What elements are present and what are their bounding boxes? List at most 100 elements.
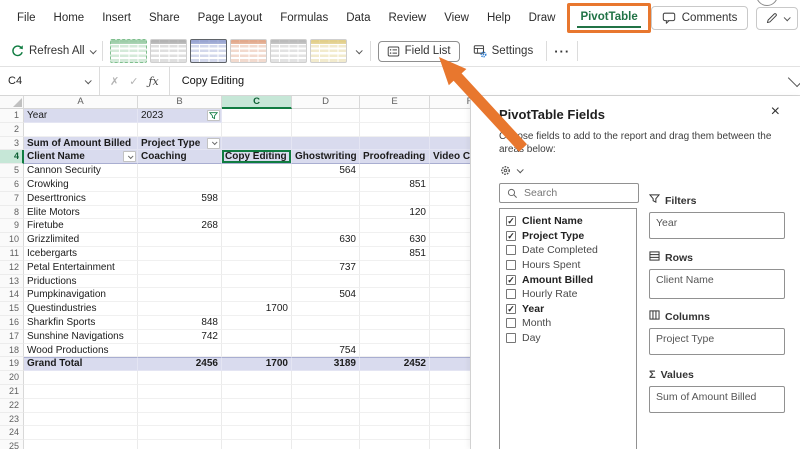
cell-D18[interactable]: 754 [292, 344, 360, 358]
cell-E25[interactable] [360, 440, 430, 449]
cell-F17[interactable] [430, 330, 470, 344]
cell-F4[interactable]: Video Creation [430, 150, 470, 164]
row-header-9[interactable]: 9 [0, 219, 24, 233]
cell-C2[interactable] [222, 123, 292, 137]
column-header-A[interactable]: A [24, 96, 138, 109]
cell-E19[interactable]: 2452 [360, 357, 430, 371]
cell-C17[interactable] [222, 330, 292, 344]
field-item-amount-billed[interactable]: ✓Amount Billed [500, 272, 636, 287]
cell-D2[interactable] [292, 123, 360, 137]
gallery-more-chevron-icon[interactable] [355, 47, 362, 54]
cell-B5[interactable] [138, 164, 222, 178]
cell-B4[interactable]: Coaching [138, 150, 222, 164]
menu-tab-view[interactable]: View [435, 6, 478, 30]
row-header-16[interactable]: 16 [0, 316, 24, 330]
pivot-style-gray-style[interactable] [150, 39, 187, 63]
cell-A15[interactable]: Questindustries [24, 302, 138, 316]
cell-B16[interactable]: 848 [138, 316, 222, 330]
area-value-chip[interactable]: Client Name [656, 274, 778, 286]
cell-A12[interactable]: Petal Entertainment [24, 261, 138, 275]
cell-D14[interactable]: 504 [292, 288, 360, 302]
cell-A7[interactable]: Deserttronics [24, 192, 138, 206]
cell-B10[interactable] [138, 233, 222, 247]
menu-tab-home[interactable]: Home [45, 6, 94, 30]
column-header-B[interactable]: B [138, 96, 222, 109]
area-values-box[interactable]: Sum of Amount Billed [649, 386, 785, 413]
cell-C15[interactable]: 1700 [222, 302, 292, 316]
cell-C23[interactable] [222, 413, 292, 427]
cell-C18[interactable] [222, 344, 292, 358]
cell-E16[interactable] [360, 316, 430, 330]
field-item-month[interactable]: Month [500, 316, 636, 331]
cell-F11[interactable] [430, 247, 470, 261]
cell-B23[interactable] [138, 413, 222, 427]
cell-A13[interactable]: Priductions [24, 275, 138, 289]
confirm-entry-icon[interactable]: ✓ [129, 75, 138, 88]
cell-F12[interactable] [430, 261, 470, 275]
cell-D7[interactable] [292, 192, 360, 206]
row-header-14[interactable]: 14 [0, 288, 24, 302]
area-value-chip[interactable]: Year [656, 217, 778, 229]
checkbox-amount-billed[interactable]: ✓ [506, 275, 516, 285]
cell-D6[interactable] [292, 178, 360, 192]
cell-B2[interactable] [138, 123, 222, 137]
filter-icon[interactable] [207, 110, 220, 121]
checkbox-hourly-rate[interactable] [506, 289, 516, 299]
menu-tab-page-layout[interactable]: Page Layout [189, 6, 272, 30]
cell-E21[interactable] [360, 385, 430, 399]
menu-tab-help[interactable]: Help [478, 6, 520, 30]
cell-D20[interactable] [292, 371, 360, 385]
cell-D4[interactable]: Ghostwriting [292, 150, 360, 164]
column-header-F[interactable]: F [430, 96, 470, 109]
row-header-18[interactable]: 18 [0, 344, 24, 358]
row-header-8[interactable]: 8 [0, 206, 24, 220]
cell-F18[interactable] [430, 344, 470, 358]
cell-E11[interactable]: 851 [360, 247, 430, 261]
cell-B11[interactable] [138, 247, 222, 261]
insert-function-icon[interactable]: ƒx [148, 75, 158, 88]
cell-E5[interactable] [360, 164, 430, 178]
field-search-box[interactable] [499, 183, 639, 203]
cell-D3[interactable] [292, 137, 360, 151]
cell-E2[interactable] [360, 123, 430, 137]
menu-tab-draw[interactable]: Draw [520, 6, 565, 30]
cell-B19[interactable]: 2456 [138, 357, 222, 371]
cell-A14[interactable]: Pumpkinavigation [24, 288, 138, 302]
row-header-2[interactable]: 2 [0, 123, 24, 137]
cell-A2[interactable] [24, 123, 138, 137]
cell-E22[interactable] [360, 399, 430, 413]
cell-F2[interactable] [430, 123, 470, 137]
search-input[interactable] [524, 187, 624, 199]
row-header-23[interactable]: 23 [0, 413, 24, 427]
cancel-entry-icon[interactable]: ✗ [110, 75, 119, 88]
cell-C14[interactable] [222, 288, 292, 302]
field-item-year[interactable]: ✓Year [500, 302, 636, 317]
column-header-C[interactable]: C [222, 96, 292, 109]
cell-F14[interactable] [430, 288, 470, 302]
row-header-15[interactable]: 15 [0, 302, 24, 316]
cell-B18[interactable] [138, 344, 222, 358]
cell-B15[interactable] [138, 302, 222, 316]
cell-A20[interactable] [24, 371, 138, 385]
cell-D19[interactable]: 3189 [292, 357, 360, 371]
row-header-25[interactable]: 25 [0, 440, 24, 449]
cell-F21[interactable] [430, 385, 470, 399]
cell-C4[interactable]: Copy Editing [222, 150, 292, 164]
cell-B1[interactable]: 2023 [138, 109, 222, 123]
cell-F10[interactable] [430, 233, 470, 247]
cell-A3[interactable]: Sum of Amount Billed [24, 137, 138, 151]
cell-B14[interactable] [138, 288, 222, 302]
cell-A25[interactable] [24, 440, 138, 449]
menu-tab-data[interactable]: Data [337, 6, 379, 30]
cell-E23[interactable] [360, 413, 430, 427]
cell-F5[interactable] [430, 164, 470, 178]
cell-C19[interactable]: 1700 [222, 357, 292, 371]
cell-F1[interactable] [430, 109, 470, 123]
cell-D25[interactable] [292, 440, 360, 449]
row-header-20[interactable]: 20 [0, 371, 24, 385]
cell-B25[interactable] [138, 440, 222, 449]
field-item-hourly-rate[interactable]: Hourly Rate [500, 287, 636, 302]
cell-F13[interactable] [430, 275, 470, 289]
field-list-button[interactable]: Field List [378, 41, 460, 62]
cell-E8[interactable]: 120 [360, 206, 430, 220]
